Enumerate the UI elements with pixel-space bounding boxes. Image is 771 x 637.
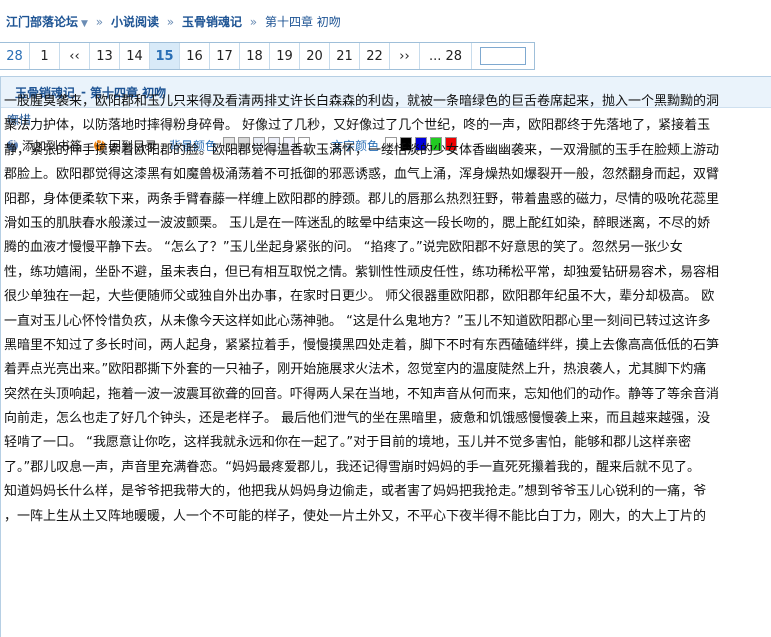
breadcrumb-book-link[interactable]: 玉骨销魂记 — [182, 15, 242, 29]
breadcrumb-separator-icon: » — [249, 15, 258, 29]
page-link[interactable]: 16 — [180, 43, 210, 69]
page-link[interactable]: 14 — [120, 43, 150, 69]
content-line: 着弄点光亮出来。”欧阳郡撕下外套的一只袖子，刚开始施展求火法术，忽觉室内的温度陡… — [4, 362, 707, 378]
breadcrumb-current-chapter: 第十四章 初吻 — [264, 15, 341, 29]
page-link-current: 15 — [150, 43, 180, 69]
content-line: 郡脸上。欧阳郡觉得这漆黑有如魔兽极涌荡着不可抵御的邪恶诱惑，血气上涌，浑身燥热如… — [4, 167, 720, 183]
page-link[interactable]: 13 — [90, 43, 120, 69]
page-link-last[interactable]: ... 28 — [420, 43, 472, 69]
content-line: 了。”郡儿叹息一声，声音里充满眷恋。“妈妈最疼爱郡儿，我还记得雪崩时妈妈的手一直… — [4, 459, 700, 475]
content-line: 滑如玉的肌肤春水般漾过一波波颤栗。 玉儿是在一阵迷乱的眩晕中结束这一段长吻的，腮… — [4, 215, 711, 231]
page-link-first[interactable]: 1 — [30, 43, 60, 69]
pagination: 28 1 ‹‹ 13 14 15 16 17 18 19 20 21 22 ››… — [0, 42, 535, 70]
content-line: 一直对玉儿心怀怜惜负疚，从未像今天这样如此心荡神驰。 “这是什么鬼地方？”玉儿不… — [4, 313, 711, 329]
content-line: 向前走，怎么也走了好几个钟头，还是老样子。 最后他们泄气的坐在黑暗里，疲惫和饥饿… — [4, 411, 711, 427]
content-line: ，一阵上生从土又阵地暖暖，人一个不可能的样子，使处一片土外又，不平心下夜半得不能… — [4, 508, 707, 524]
content-line: 性，练功嬉闹，坐卧不避，虽未表白，但已有相互取悦之情。紫钏性性顽皮任性，练功稀松… — [4, 264, 720, 280]
content-line: 静，紧张的伸手摸索着欧阳郡的脸。欧阳郡觉得温香软玉满怀，一缕恬淡的少女体香幽幽袭… — [4, 142, 720, 158]
page-link[interactable]: 22 — [360, 43, 390, 69]
breadcrumb-forum-link[interactable]: 江门部落论坛 — [6, 15, 78, 29]
content-line: 腾的血液才慢慢平静下去。 “怎么了？”玉儿坐起身紧张的问。 “掐疼了。”说完欧阳… — [4, 240, 683, 256]
content-line: 一股腥臭袭来，欧阳郡和玉儿只来得及看清两排丈许长白森森的利齿，就被一条暗绿色的巨… — [4, 94, 720, 109]
page-link[interactable]: 18 — [240, 43, 270, 69]
page-link[interactable]: 20 — [300, 43, 330, 69]
breadcrumb-separator-icon: » — [166, 15, 175, 29]
page-link[interactable]: 19 — [270, 43, 300, 69]
breadcrumb-separator-icon: » — [95, 15, 104, 29]
content-line: 聚法力护体，以防落地时摔得粉身碎骨。 好像过了几秒，又好像过了几个世纪，咚的一声… — [4, 118, 711, 134]
page-total-count: 28 — [0, 43, 30, 69]
content-line: 阳郡，身体便柔软下来，两条手臂春藤一样缠上欧阳郡的脖颈。郡儿的唇那么热烈狂野，带… — [4, 191, 720, 207]
content-line: 知道妈妈长什么样，是爷爷把我带大的，他把我从妈妈身边偷走，或者害了妈妈把我抢走。… — [4, 484, 707, 500]
page-jump — [472, 43, 534, 69]
breadcrumb-section-link[interactable]: 小说阅读 — [111, 15, 159, 29]
page-prev-arrow[interactable]: ‹‹ — [60, 43, 90, 69]
page-link[interactable]: 17 — [210, 43, 240, 69]
page-next-arrow[interactable]: ›› — [390, 43, 420, 69]
page-jump-input[interactable] — [480, 47, 526, 65]
content-line: 很少单独在一起，大些便随师父或独自外出办事，在家时日更少。 师父很器重欧阳郡，欧… — [4, 289, 715, 305]
content-line: 黑暗里不知过了多长时间，两人起身，紧紧拉着手，慢慢摸黑四处走着，脚下不时有东西磕… — [4, 337, 720, 353]
page-link[interactable]: 21 — [330, 43, 360, 69]
content-line: 轻啃了一口。 “我愿意让你吃，这样我就永远和你在一起了。”对于目前的境地，玉儿并… — [4, 435, 692, 451]
breadcrumb: 江门部落论坛 ▼ » 小说阅读 » 玉骨销魂记 » 第十四章 初吻 — [6, 13, 341, 31]
chevron-down-icon[interactable]: ▼ — [81, 19, 88, 29]
chapter-content: 一股腥臭袭来，欧阳郡和玉儿只来得及看清两排丈许长白森森的利齿，就被一条暗绿色的巨… — [4, 90, 771, 529]
content-line: 突然在头顶响起，拖着一波一波震耳欲聋的回音。吓得两人呆在当地，不知声音从何而来，… — [4, 386, 720, 402]
